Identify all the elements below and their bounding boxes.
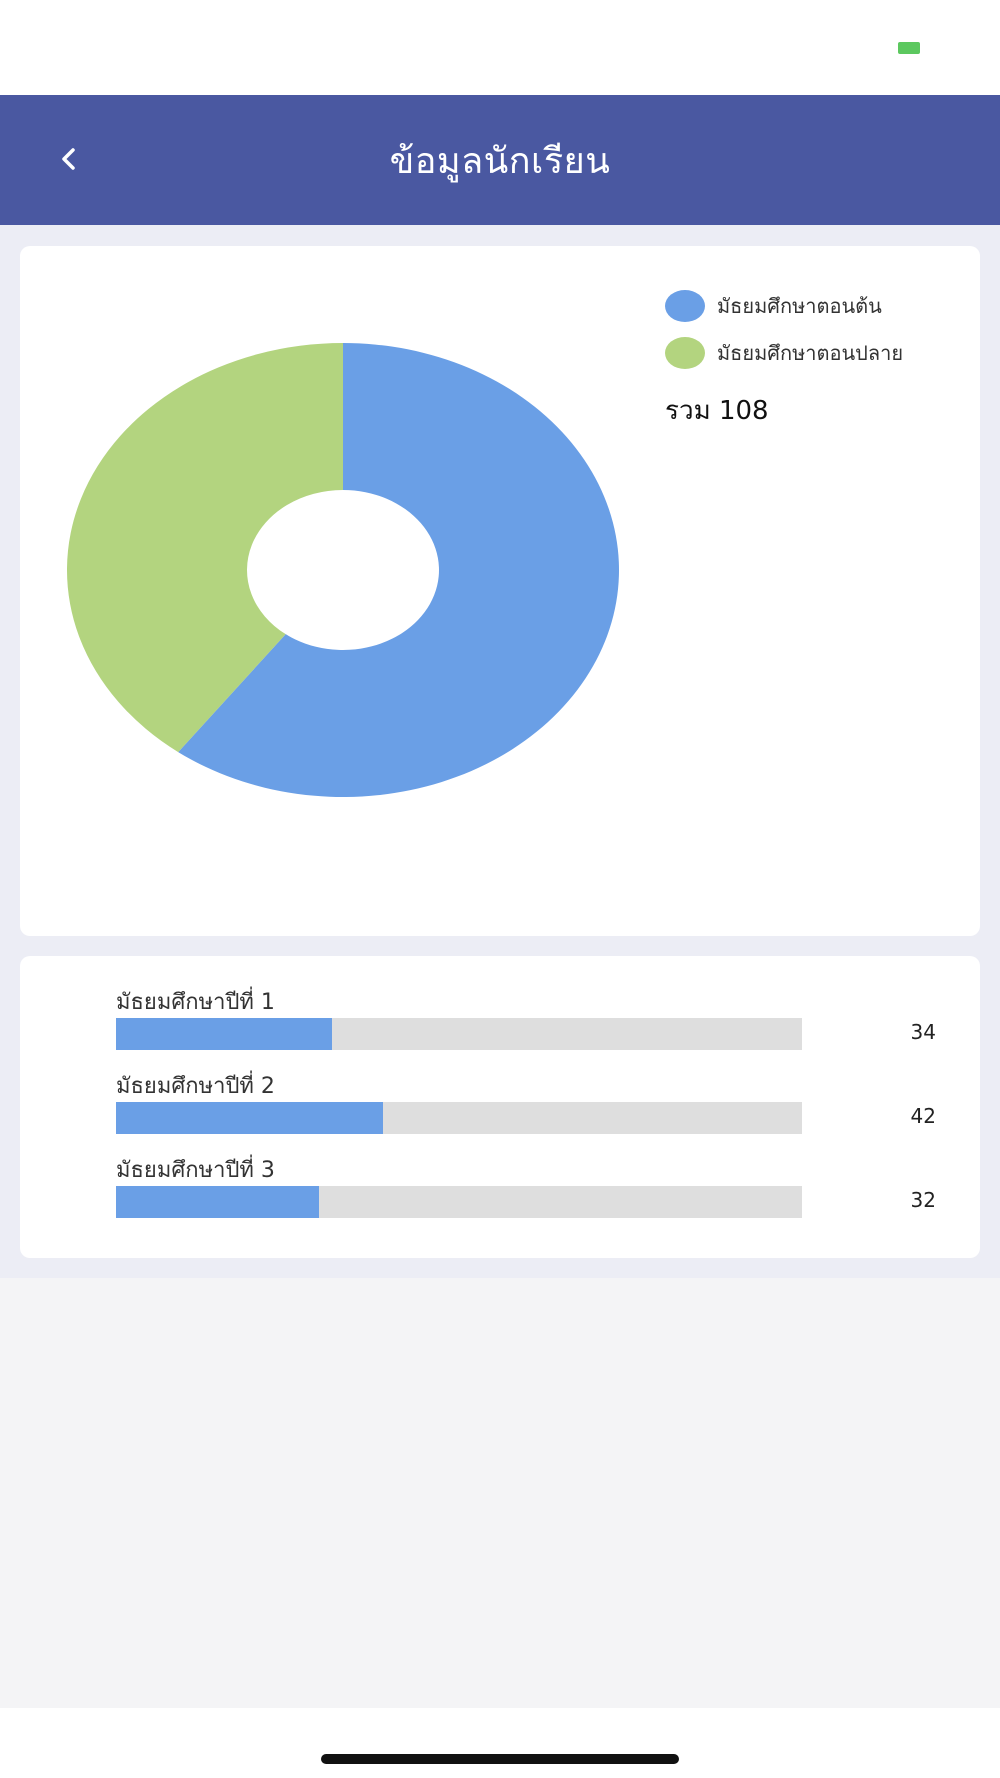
legend-item-upper-secondary: มัธยมศึกษาตอนปลาย: [665, 329, 903, 376]
bar-value-grade-2: 42: [910, 1104, 936, 1128]
bar-row-grade-3: มัธยมศึกษาปีที่ 3 32: [116, 1152, 936, 1230]
content-area: มัธยมศึกษาตอนต้น มัธยมศึกษาตอนปลาย รวม 1…: [0, 225, 1000, 1278]
bar-value-grade-1: 34: [910, 1020, 936, 1044]
status-bar: ⚡: [0, 0, 1000, 95]
bar-fill-grade-2: [116, 1102, 383, 1134]
bar-track-grade-3: [116, 1186, 802, 1218]
legend-swatch-lower-secondary: [665, 289, 705, 322]
battery-icon: [898, 42, 920, 54]
chart-legend: มัธยมศึกษาตอนต้น มัธยมศึกษาตอนปลาย รวม 1…: [665, 282, 903, 431]
bar-row-grade-2: มัธยมศึกษาปีที่ 2 42: [116, 1068, 936, 1146]
bar-track-grade-1: [116, 1018, 802, 1050]
legend-swatch-upper-secondary: [665, 336, 705, 369]
bar-label-grade-3: มัธยมศึกษาปีที่ 3: [116, 1158, 275, 1183]
back-button[interactable]: [40, 131, 96, 187]
donut-chart: [67, 343, 619, 797]
legend-item-lower-secondary: มัธยมศึกษาตอนต้น: [665, 282, 903, 329]
total-count: รวม 108: [665, 396, 769, 426]
bar-value-grade-3: 32: [910, 1188, 936, 1212]
bar-fill-grade-1: [116, 1018, 332, 1050]
legend-label-lower-secondary: มัธยมศึกษาตอนต้น: [717, 293, 882, 318]
chevron-left-icon: [62, 148, 75, 170]
charging-bolt-icon: ⚡: [924, 39, 934, 55]
bar-label-grade-2: มัธยมศึกษาปีที่ 2: [116, 1074, 275, 1099]
donut-chart-card: มัธยมศึกษาตอนต้น มัธยมศึกษาตอนปลาย รวม 1…: [20, 246, 980, 936]
grade-bars-card: มัธยมศึกษาปีที่ 1 34 มัธยมศึกษาปีที่ 2 4…: [20, 956, 980, 1258]
bar-track-grade-2: [116, 1102, 802, 1134]
home-indicator-area: [0, 1708, 1000, 1778]
nav-bar: ข้อมูลนักเรียน: [0, 95, 1000, 225]
bar-row-grade-1: มัธยมศึกษาปีที่ 1 34: [116, 984, 936, 1062]
bar-fill-grade-3: [116, 1186, 320, 1218]
page-title: ข้อมูลนักเรียน: [389, 140, 611, 182]
bar-label-grade-1: มัธยมศึกษาปีที่ 1: [116, 990, 275, 1015]
home-indicator[interactable]: [321, 1754, 679, 1764]
legend-label-upper-secondary: มัธยมศึกษาตอนปลาย: [717, 340, 904, 365]
